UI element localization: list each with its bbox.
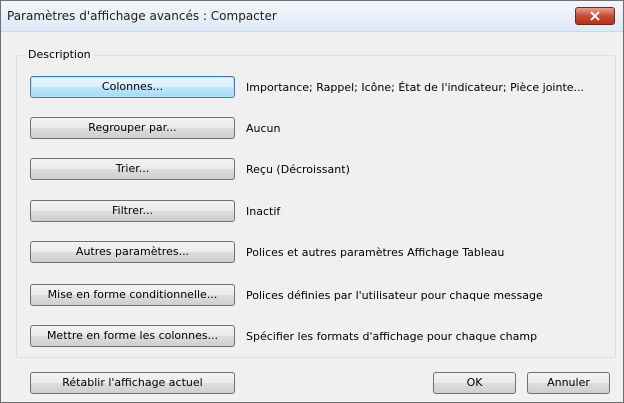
reset-view-button[interactable]: Rétablir l'affichage actuel — [30, 372, 235, 394]
group-by-description: Aucun — [246, 122, 281, 135]
filter-description: Inactif — [246, 205, 281, 218]
title-bar[interactable]: Paramètres d'affichage avancés : Compact… — [1, 1, 623, 32]
sort-button[interactable]: Trier... — [30, 158, 235, 180]
cancel-button[interactable]: Annuler — [527, 372, 610, 394]
window-title: Paramètres d'affichage avancés : Compact… — [7, 9, 277, 23]
other-settings-button[interactable]: Autres paramètres... — [30, 241, 235, 263]
conditional-formatting-description: Polices définies par l'utilisateur pour … — [246, 289, 543, 302]
filter-button[interactable]: Filtrer... — [30, 200, 235, 222]
conditional-formatting-button[interactable]: Mise en forme conditionnelle... — [30, 284, 235, 306]
columns-description: Importance; Rappel; Icône; État de l'ind… — [246, 81, 585, 94]
other-settings-description: Polices et autres paramètres Affichage T… — [246, 246, 505, 259]
group-legend: Description — [25, 48, 94, 61]
close-icon — [590, 11, 600, 21]
format-columns-description: Spécifier les formats d'affichage pour c… — [246, 330, 538, 343]
dialog-window: Paramètres d'affichage avancés : Compact… — [0, 0, 624, 403]
group-by-button[interactable]: Regrouper par... — [30, 117, 235, 139]
sort-description: Reçu (Décroissant) — [246, 163, 350, 176]
columns-button[interactable]: Colonnes... — [30, 76, 235, 98]
close-button[interactable] — [575, 7, 615, 25]
format-columns-button[interactable]: Mettre en forme les colonnes... — [30, 325, 235, 347]
ok-button[interactable]: OK — [433, 372, 516, 394]
